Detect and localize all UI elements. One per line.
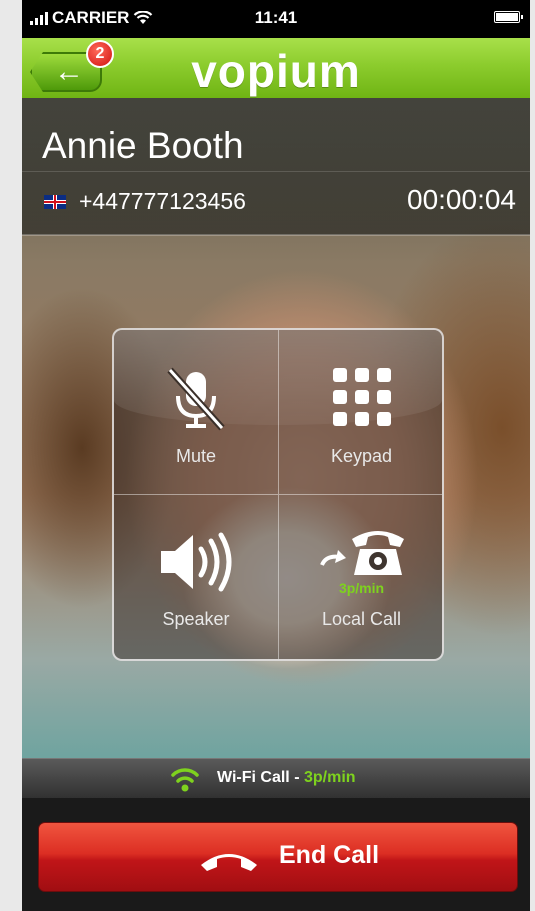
speaker-icon	[161, 532, 232, 592]
local-call-phone-icon	[319, 531, 404, 575]
wifi-icon	[171, 768, 199, 792]
mute-button[interactable]: Mute	[114, 330, 279, 495]
muted-microphone-icon	[167, 367, 225, 431]
battery-icon	[494, 11, 523, 23]
divider	[22, 171, 530, 172]
app-header: ← 2 vopium	[22, 38, 530, 99]
local-call-button[interactable]: 3p/min Local Call	[279, 495, 442, 659]
speaker-label: Speaker	[162, 609, 230, 629]
hang-up-icon	[201, 854, 257, 871]
connection-rate: 3p/min	[303, 769, 356, 786]
status-time: 11:41	[254, 8, 298, 27]
mute-label: Mute	[175, 446, 217, 466]
end-call-button[interactable]: End Call	[38, 822, 518, 892]
keypad-icon	[332, 368, 391, 426]
caller-name: Annie Booth	[42, 125, 244, 166]
keypad-label: Keypad	[330, 446, 393, 466]
call-timer: 00:00:04	[407, 184, 516, 215]
app-logo: vopium	[191, 45, 361, 97]
connection-bar: Wi-Fi Call - 3p/min	[22, 758, 530, 799]
divider	[22, 234, 530, 236]
connection-status: Wi-Fi Call - 3p/min	[217, 769, 356, 787]
connection-type: Wi-Fi Call -	[217, 769, 304, 786]
status-bar: CARRIER 11:41	[22, 0, 530, 38]
phone-screen: CARRIER 11:41 ← 2 vopium Annie Booth +44…	[22, 0, 530, 911]
uk-flag-icon	[44, 195, 66, 209]
caller-number: +447777123456	[79, 188, 246, 214]
local-call-label: Local Call	[321, 609, 402, 629]
speaker-button[interactable]: Speaker	[114, 495, 279, 659]
keypad-button[interactable]: Keypad	[279, 330, 442, 495]
end-call-label: End Call	[279, 841, 380, 869]
local-call-rate: 3p/min	[338, 580, 385, 596]
call-controls-grid: Mute Keypad Speaker 3p/min Local Call	[112, 328, 444, 661]
